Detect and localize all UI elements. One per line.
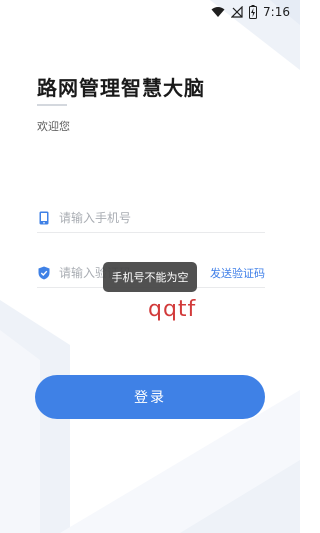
send-code-button[interactable]: 发送验证码 (210, 265, 265, 281)
phone-field-row (37, 203, 265, 233)
app-title: 路网管理智慧大脑 (37, 76, 205, 100)
shield-check-icon (37, 265, 51, 281)
battery-charging-icon (249, 5, 258, 19)
toast-message: 手机号不能为空 (103, 262, 197, 292)
phone-input[interactable] (59, 210, 189, 225)
status-time: 7:16 (263, 5, 290, 19)
signal-off-icon (231, 6, 243, 18)
phone-icon (37, 210, 51, 226)
welcome-text: 欢迎您 (37, 120, 70, 133)
login-button[interactable]: 登录 (35, 375, 265, 419)
status-bar: 7:16 (0, 0, 300, 24)
title-divider (37, 104, 67, 106)
wifi-icon (211, 6, 225, 18)
handwritten-annotation: qqtf (148, 297, 197, 322)
